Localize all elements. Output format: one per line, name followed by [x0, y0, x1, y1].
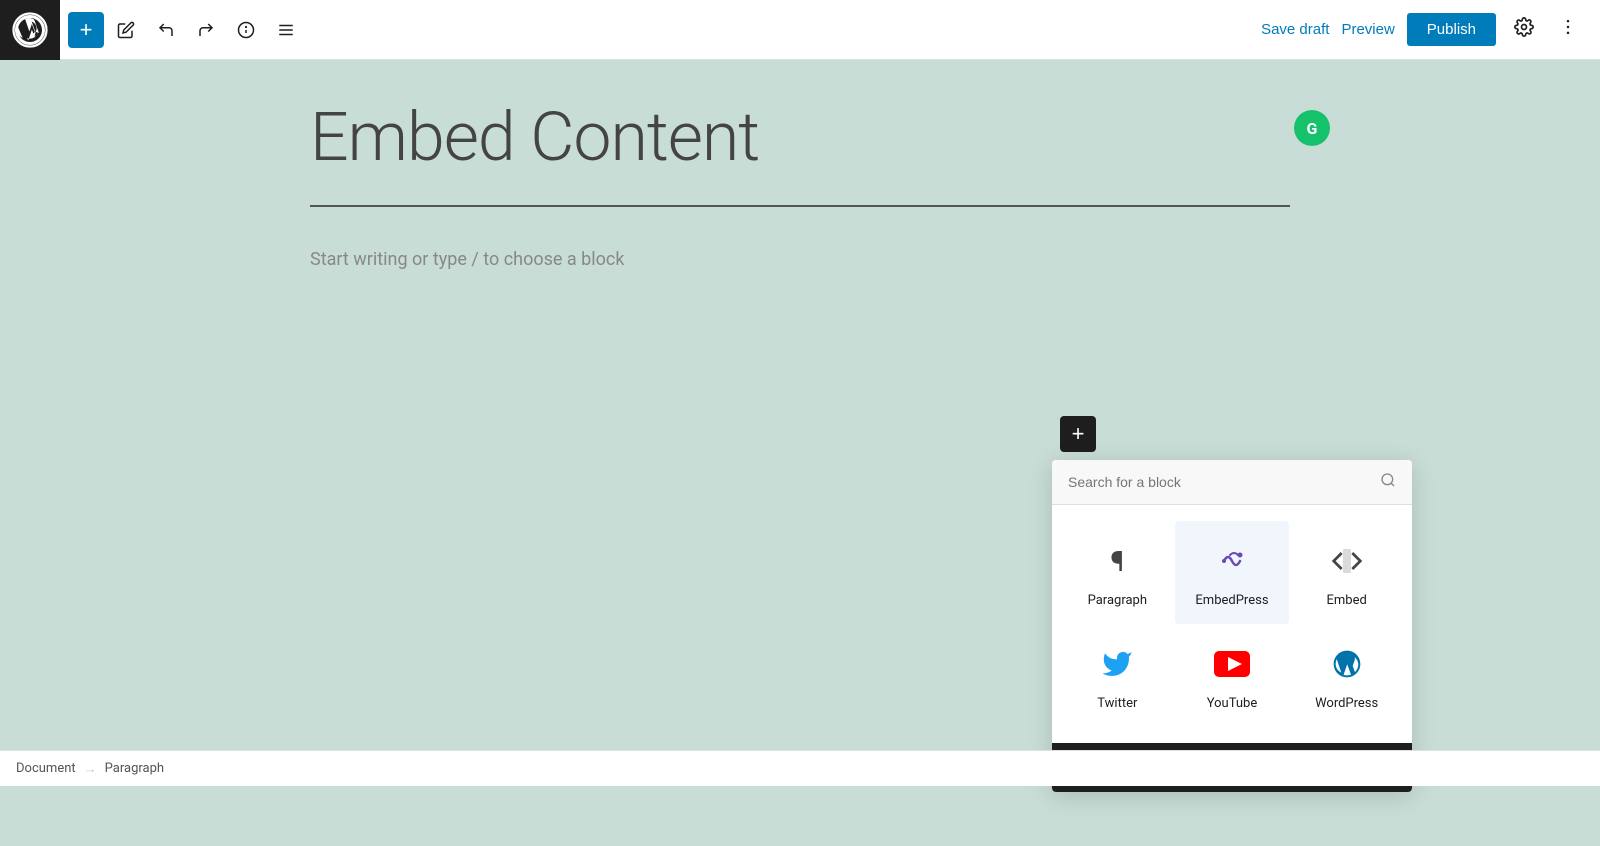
settings-icon[interactable]	[1508, 13, 1540, 46]
block-item-wordpress[interactable]: WordPress	[1289, 624, 1404, 727]
toolbar-right: Save draft Preview Publish	[1261, 13, 1600, 46]
block-label-paragraph: Paragraph	[1088, 593, 1147, 608]
block-item-embedpress[interactable]: EmbedPress	[1175, 521, 1290, 624]
block-picker-popup: ¶ Paragraph EmbedPress	[1052, 460, 1412, 792]
block-label-embed: Embed	[1326, 593, 1366, 608]
add-block-toolbar-button[interactable]: +	[68, 12, 104, 48]
block-label-wordpress: WordPress	[1315, 696, 1378, 711]
paragraph-icon: ¶	[1093, 537, 1141, 585]
block-item-youtube[interactable]: YouTube	[1175, 624, 1290, 727]
block-label-youtube: YouTube	[1207, 696, 1258, 711]
grammarly-icon: G	[1294, 110, 1330, 146]
editor-content: G Embed Content Start writing or type / …	[170, 100, 1430, 282]
editor-area: G Embed Content Start writing or type / …	[0, 60, 1600, 786]
wordpress-icon	[1323, 640, 1371, 688]
embedpress-icon	[1208, 537, 1256, 585]
block-placeholder[interactable]: Start writing or type / to choose a bloc…	[310, 237, 1290, 282]
search-icon	[1380, 472, 1396, 492]
title-divider	[310, 205, 1290, 207]
twitter-icon	[1093, 640, 1141, 688]
add-block-floating-button[interactable]: +	[1060, 416, 1096, 452]
info-button[interactable]	[228, 12, 264, 48]
preview-button[interactable]: Preview	[1341, 21, 1394, 38]
block-item-twitter[interactable]: Twitter	[1060, 624, 1175, 727]
status-separator: →	[84, 761, 97, 777]
block-search-input[interactable]	[1068, 474, 1380, 490]
save-draft-button[interactable]: Save draft	[1261, 21, 1329, 38]
more-options-icon[interactable]	[1552, 13, 1584, 46]
toolbar-left: +	[60, 12, 312, 48]
block-grid: ¶ Paragraph EmbedPress	[1052, 505, 1412, 743]
redo-button[interactable]	[188, 12, 224, 48]
status-bar: Document → Paragraph	[0, 750, 1600, 786]
toolbar: + Save draft Preview Publish	[0, 0, 1600, 60]
status-context: Paragraph	[105, 761, 164, 776]
post-title[interactable]: Embed Content	[310, 100, 1290, 175]
wp-logo	[0, 0, 60, 60]
youtube-icon	[1208, 640, 1256, 688]
list-view-button[interactable]	[268, 12, 304, 48]
block-label-embedpress: EmbedPress	[1195, 593, 1268, 608]
block-item-embed[interactable]: Embed	[1289, 521, 1404, 624]
block-item-paragraph[interactable]: ¶ Paragraph	[1060, 521, 1175, 624]
status-document: Document	[16, 761, 76, 776]
edit-icon[interactable]	[108, 12, 144, 48]
embed-icon	[1323, 537, 1371, 585]
undo-button[interactable]	[148, 12, 184, 48]
block-search-area	[1052, 460, 1412, 505]
publish-button[interactable]: Publish	[1407, 13, 1496, 46]
block-label-twitter: Twitter	[1097, 696, 1137, 711]
